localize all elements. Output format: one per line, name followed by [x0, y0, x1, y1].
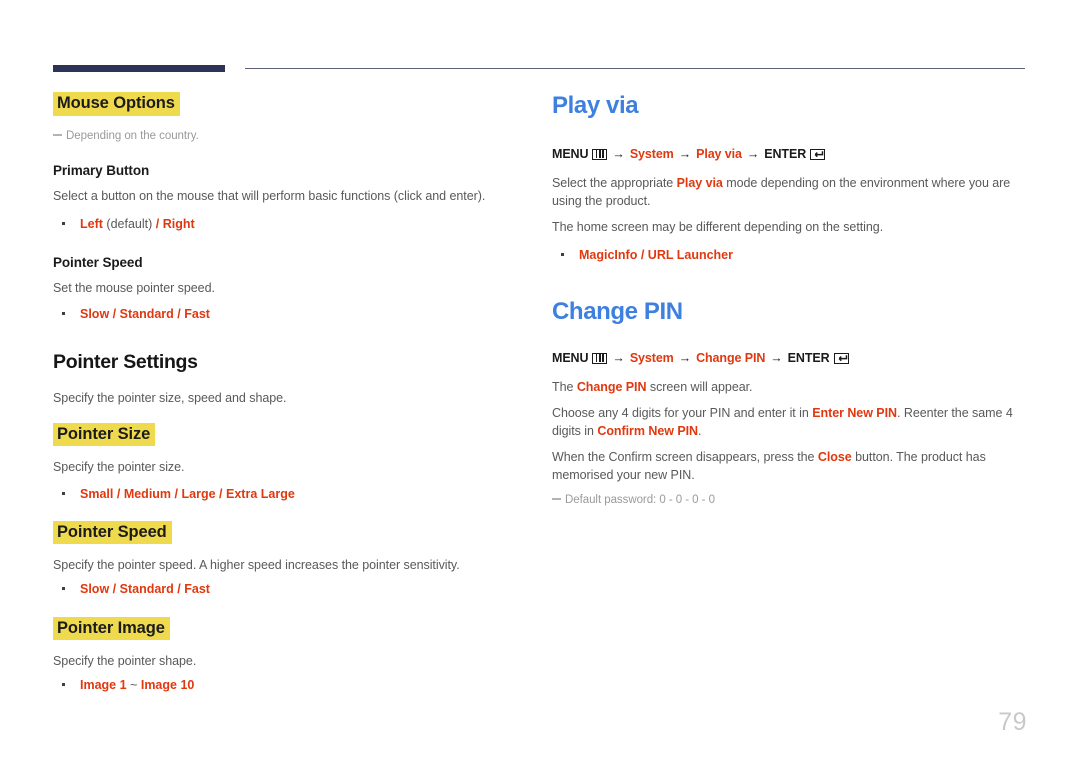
heading-pointer-image: Pointer Image [53, 616, 170, 641]
enter-label: ENTER [764, 146, 807, 161]
option-small: Small [80, 486, 114, 501]
section-mouse-options: Mouse Options Depending on the country. … [53, 92, 531, 323]
menu-grid-icon [592, 352, 608, 364]
text-segment: The [552, 379, 577, 394]
text-bold-confirm-new-pin: Confirm New PIN [597, 423, 699, 438]
bullet-mouse-pointer-speed-options: Slow / Standard / Fast [53, 305, 531, 323]
option-left: Left [80, 217, 103, 232]
option-fast: Fast [184, 307, 210, 322]
text-pointer-size-description: Specify the pointer size. [53, 460, 185, 475]
option-slow: Slow [80, 582, 110, 597]
option-standard: Standard [119, 307, 174, 322]
option-url-launcher: URL Launcher [647, 247, 733, 262]
option-image-1: Image 1 [80, 678, 127, 693]
arrow-icon: → [746, 146, 760, 161]
menu-step-system: System [629, 146, 674, 161]
text-bold-play-via: Play via [676, 175, 723, 190]
heading-primary-button: Primary Button [53, 162, 150, 178]
bullet-play-via-options: MagicInfo / URL Launcher [552, 246, 1030, 264]
option-fast: Fast [184, 582, 210, 597]
section-pointer-settings: Pointer Settings Specify the pointer siz… [53, 351, 531, 694]
option-right: Right [162, 217, 195, 232]
section-change-pin: Change PIN MENU → System → Change PIN → … [552, 298, 1030, 508]
text-change-pin-paragraph-1: The Change PIN screen will appear. [552, 378, 1030, 396]
text-segment: Select the appropriate [552, 175, 677, 190]
arrow-icon: → [612, 146, 625, 161]
text-segment: . [698, 423, 702, 438]
option-extra-large: Extra Large [226, 486, 295, 501]
text-change-pin-paragraph-3: When the Confirm screen disappears, pres… [552, 448, 1030, 484]
section-play-via: Play via MENU → System → Play via → ENTE… [552, 92, 1030, 264]
text-primary-button-description: Select a button on the mouse that will p… [53, 189, 486, 204]
text-segment: Choose any 4 digits for your PIN and ent… [552, 405, 813, 420]
menu-step-change-pin: Change PIN [696, 350, 766, 365]
text-bold-enter-new-pin: Enter New PIN [812, 405, 897, 420]
text-bold-close: Close [817, 449, 852, 464]
text-change-pin-paragraph-2: Choose any 4 digits for your PIN and ent… [552, 404, 1030, 440]
heading-change-pin: Change PIN [552, 298, 683, 326]
text-pointer-speed-description: Specify the pointer speed. A higher spee… [53, 558, 460, 573]
enter-return-icon [833, 352, 849, 364]
arrow-icon: → [678, 350, 692, 365]
menu-path-play-via: MENU → System → Play via → ENTER [552, 145, 1030, 164]
menu-grid-icon [592, 148, 608, 160]
option-standard: Standard [119, 582, 174, 597]
text-mouse-pointer-speed-description: Set the mouse pointer speed. [53, 281, 215, 296]
menu-step-system: System [629, 350, 674, 365]
menu-label: MENU [552, 146, 589, 161]
note-default-password: Default password: 0 - 0 - 0 - 0 [552, 492, 1030, 508]
header-rule-thick [53, 65, 225, 72]
menu-label: MENU [552, 350, 589, 365]
text-bold-change-pin: Change PIN [576, 379, 647, 394]
option-left-suffix: (default) [106, 217, 153, 232]
enter-return-icon [810, 148, 826, 160]
bullet-pointer-image-options: Image 1 ~ Image 10 [53, 676, 531, 694]
text-segment: screen will appear. [646, 379, 753, 394]
text-play-via-paragraph-2: The home screen may be different dependi… [552, 219, 884, 234]
bullet-pointer-size-options: Small / Medium / Large / Extra Large [53, 485, 531, 503]
menu-step-play-via: Play via [696, 146, 742, 161]
text-play-via-paragraph-1: Select the appropriate Play via mode dep… [552, 174, 1030, 210]
heading-pointer-size: Pointer Size [53, 422, 156, 447]
arrow-icon: → [612, 350, 625, 365]
document-page: Mouse Options Depending on the country. … [0, 0, 1080, 763]
bullet-primary-button-options: Left (default) / Right [53, 215, 531, 233]
page-number: 79 [998, 708, 1027, 736]
arrow-icon: → [678, 146, 692, 161]
option-large: Large [181, 486, 216, 501]
option-magicinfo: MagicInfo [579, 247, 638, 262]
note-depending-on-country: Depending on the country. [53, 128, 531, 144]
heading-pointer-speed: Pointer Speed [53, 520, 172, 545]
right-column: Play via MENU → System → Play via → ENTE… [552, 92, 1030, 508]
heading-mouse-options: Mouse Options [53, 92, 180, 116]
option-image-10: Image 10 [140, 678, 195, 693]
bullet-pointer-speed-options: Slow / Standard / Fast [53, 580, 531, 598]
heading-mouse-pointer-speed: Pointer Speed [53, 254, 143, 270]
option-slow: Slow [80, 307, 110, 322]
arrow-icon: → [770, 350, 783, 365]
heading-pointer-settings: Pointer Settings [53, 351, 198, 374]
option-medium: Medium [123, 486, 172, 501]
text-pointer-settings-description: Specify the pointer size, speed and shap… [53, 390, 287, 405]
enter-label: ENTER [787, 350, 830, 365]
header-rule-thin [245, 68, 1025, 69]
left-column: Mouse Options Depending on the country. … [53, 92, 531, 694]
menu-path-change-pin: MENU → System → Change PIN → ENTER [552, 349, 1030, 368]
text-segment: When the Confirm screen disappears, pres… [552, 449, 818, 464]
heading-play-via: Play via [552, 92, 639, 119]
text-pointer-image-description: Specify the pointer shape. [53, 654, 197, 669]
